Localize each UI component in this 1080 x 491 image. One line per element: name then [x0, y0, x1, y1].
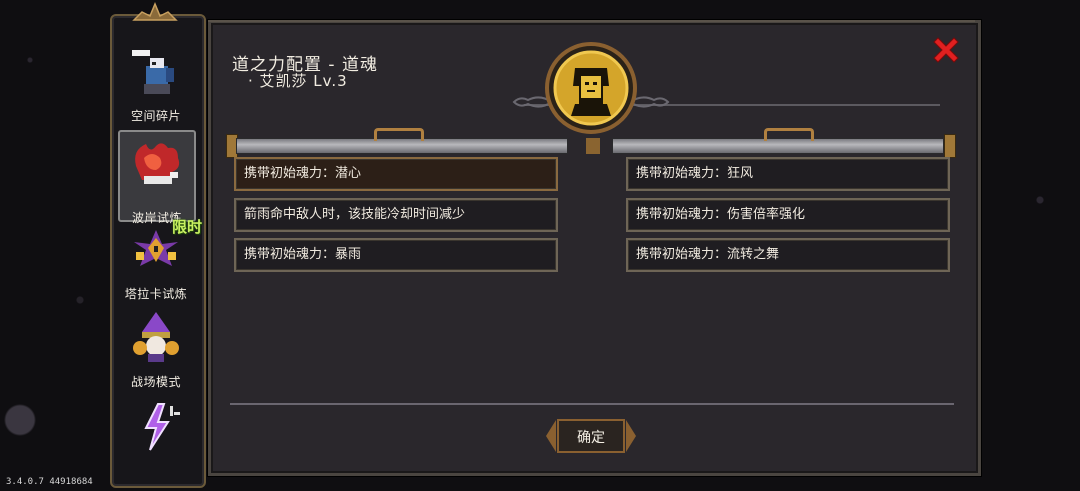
sidebar-item-battlefield[interactable]: 战场模式 [116, 306, 196, 394]
right-option-row-1[interactable]: 携带初始魂力：狂风 [626, 157, 950, 191]
left-option-row-2[interactable]: 箭雨命中敌人时，该技能冷却时间减少 [234, 198, 558, 232]
right-option-row-3[interactable]: 携带初始魂力：流转之舞 [626, 238, 950, 272]
sidebar-item-label: 塔拉卡试炼 [124, 287, 188, 301]
sidebar-item-label: 战场模式 [130, 375, 181, 389]
dialog-subtitle: · 艾凯莎 Lv.3 [248, 72, 348, 90]
left-option-row-3[interactable]: 携带初始魂力：暴雨 [234, 238, 558, 272]
limited-time-badge: 限时 [171, 218, 202, 236]
battlefield-icon [133, 312, 179, 362]
rail-handle [764, 128, 814, 141]
sidebar-crest-icon [132, 2, 178, 21]
confirm-button-label: 确定 [577, 430, 605, 446]
sidebar-item-taraka-trial[interactable]: 限时 塔拉卡试炼 [116, 218, 202, 306]
version-label: 3.4.0.7 44918684 [6, 477, 93, 487]
right-option-row-2[interactable]: 携带初始魂力：伤害倍率强化 [626, 198, 950, 232]
rail-cap [944, 134, 956, 158]
sidebar-item-lightning[interactable] [116, 394, 196, 482]
space-fragment-icon [132, 50, 174, 94]
bottom-divider [230, 403, 954, 405]
sidebar-item-space-fragment[interactable]: 空间碎片 [116, 40, 196, 128]
wave-trial-icon [135, 143, 180, 184]
close-icon[interactable] [930, 34, 962, 66]
rail-handle [374, 128, 424, 141]
column-divider [586, 138, 600, 154]
confirm-button[interactable]: 确定 [544, 416, 638, 456]
emblem-deco-right [630, 104, 940, 106]
panel-top-edge [208, 20, 975, 22]
character-emblem-icon [545, 42, 637, 134]
lightning-icon [144, 403, 180, 451]
sidebar-item-label: 空间碎片 [130, 109, 181, 123]
sidebar-item-wave-trial[interactable]: 波岸试炼 [118, 130, 196, 225]
left-option-row-1[interactable]: 携带初始魂力：潜心 [234, 157, 558, 191]
